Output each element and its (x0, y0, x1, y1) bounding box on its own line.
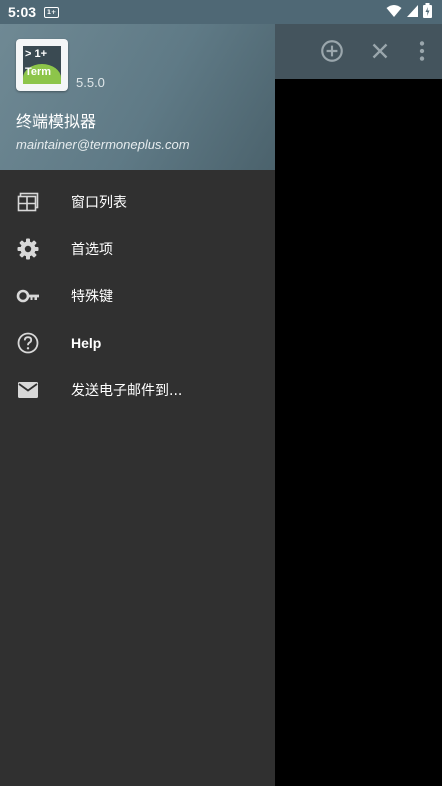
menu-label-send-email: 发送电子邮件到... (71, 382, 183, 399)
app-toolbar (275, 24, 442, 79)
menu-item-preferences[interactable]: 首选项 (0, 225, 275, 272)
menu-item-special-keys[interactable]: 特殊键 (0, 272, 275, 319)
cell-signal-icon (407, 4, 418, 17)
key-icon (16, 284, 40, 308)
help-icon (16, 331, 40, 355)
menu-item-window-list[interactable]: 窗口列表 (0, 178, 275, 225)
logo-text-top: > 1+ (25, 48, 48, 60)
terminal-area[interactable] (275, 79, 442, 786)
email-icon (16, 378, 40, 402)
battery-icon (423, 3, 432, 18)
screen: 5:03 1+ > 1+ Term 5.5.0 终端模拟器 maintainer… (0, 0, 442, 786)
menu-item-help[interactable]: Help (0, 319, 275, 366)
overflow-menu-icon[interactable] (409, 38, 435, 64)
wifi-icon (386, 4, 402, 17)
maintainer-email: maintainer@termoneplus.com (16, 137, 190, 152)
window-list-icon (16, 190, 40, 214)
app-name: 终端模拟器 (16, 112, 97, 131)
menu-label-window-list: 窗口列表 (71, 194, 127, 211)
status-icons (386, 3, 432, 18)
drawer-header: > 1+ Term 5.5.0 终端模拟器 maintainer@termone… (0, 24, 275, 170)
menu-item-send-email[interactable]: 发送电子邮件到... (0, 366, 275, 413)
app-version: 5.5.0 (76, 75, 105, 90)
logo-text-bottom: Term (25, 66, 52, 78)
notification-icon: 1+ (44, 6, 60, 18)
close-window-icon[interactable] (367, 38, 393, 64)
drawer-menu: 窗口列表 首选项 特殊键 Help 发送电子邮件到... (0, 170, 275, 413)
menu-label-preferences: 首选项 (71, 241, 113, 258)
navigation-drawer: > 1+ Term 5.5.0 终端模拟器 maintainer@termone… (0, 24, 275, 786)
status-time: 5:03 (8, 4, 37, 20)
menu-label-special-keys: 特殊键 (71, 288, 113, 305)
gear-icon (16, 237, 40, 261)
app-logo: > 1+ Term (16, 39, 68, 91)
menu-label-help: Help (71, 334, 102, 351)
add-window-icon[interactable] (319, 38, 345, 64)
status-bar: 5:03 1+ (0, 0, 442, 24)
